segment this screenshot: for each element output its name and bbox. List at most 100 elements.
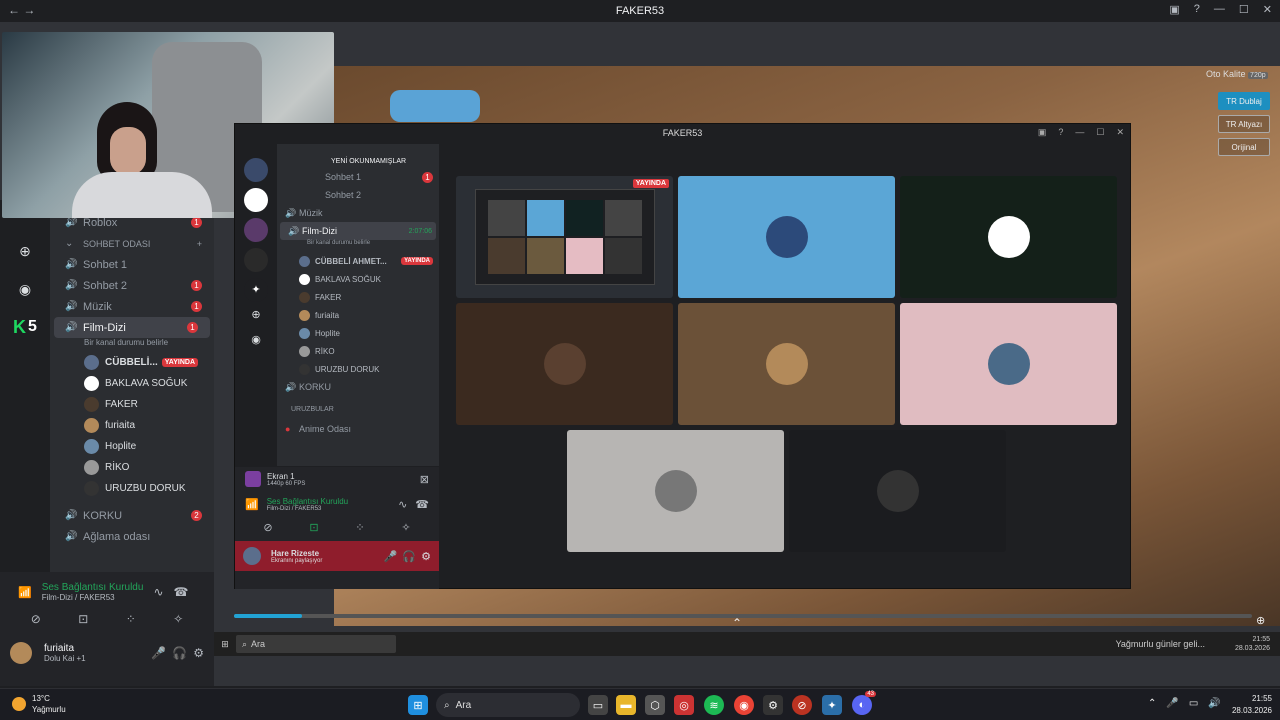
- voice-user[interactable]: BAKLAVA SOĞUK: [277, 270, 439, 288]
- channel-muzik[interactable]: 🔊 Müzik 1: [50, 296, 214, 317]
- noise-icon[interactable]: ∿: [153, 585, 163, 599]
- add-server-icon[interactable]: ⊕: [10, 236, 40, 266]
- mic-icon[interactable]: 🎤: [1166, 698, 1178, 709]
- help-icon[interactable]: ?: [1058, 127, 1063, 138]
- category-sohbet[interactable]: ⌄ SOHBET ODASI +: [50, 233, 214, 254]
- voice-user[interactable]: BAKLAVA SOĞUK: [50, 373, 214, 394]
- stream-tile[interactable]: [900, 176, 1117, 298]
- settings-gear-icon[interactable]: ⚙: [421, 550, 431, 563]
- activities-icon[interactable]: ⁘: [355, 521, 364, 537]
- soundboard-icon[interactable]: ✧: [173, 612, 183, 626]
- avatar[interactable]: [10, 642, 32, 664]
- activities-icon[interactable]: ⁘: [126, 612, 136, 626]
- discover-icon[interactable]: ◉: [10, 274, 40, 304]
- discover-icon[interactable]: ◉: [235, 333, 277, 346]
- channel-aglama[interactable]: 🔊 Ağlama odası: [50, 526, 214, 547]
- stream-tile-screen[interactable]: YAYINDA: [456, 176, 673, 298]
- stream-tile[interactable]: [678, 303, 895, 425]
- soundboard-icon[interactable]: ✧: [401, 521, 410, 537]
- discord-icon[interactable]: ◐ 43: [852, 691, 876, 715]
- voice-user[interactable]: RİKO: [277, 342, 439, 360]
- channel-status[interactable]: Bir kanal durumu belirle: [50, 338, 214, 352]
- channel-sohbet-2[interactable]: 🔊 Sohbet 21: [50, 275, 214, 296]
- zoom-icon[interactable]: ⊕: [1256, 614, 1265, 627]
- channel-film-dizi[interactable]: 🔊 Film-Dizi 1: [54, 317, 210, 338]
- maximize-icon[interactable]: ☐: [1096, 127, 1104, 138]
- mic-icon[interactable]: 🎤: [384, 550, 398, 563]
- tray-chevron-icon[interactable]: ⌃: [1148, 698, 1156, 709]
- taskbar-search[interactable]: ⌕ Ara: [436, 693, 580, 717]
- server-icon[interactable]: [244, 188, 268, 212]
- inbox-icon[interactable]: ▣: [1038, 127, 1047, 138]
- voice-user[interactable]: Hoplite: [50, 436, 214, 457]
- add-server-icon[interactable]: ⊕: [235, 308, 277, 321]
- voice-user[interactable]: Hoplite: [277, 324, 439, 342]
- server-icon[interactable]: [244, 248, 268, 272]
- display-icon[interactable]: ▭: [1189, 698, 1198, 709]
- close-icon[interactable]: ✕: [1263, 3, 1272, 16]
- help-icon[interactable]: ?: [1194, 3, 1200, 16]
- back-arrow-icon[interactable]: ← →: [8, 3, 35, 17]
- video-progress-bar[interactable]: [234, 614, 1252, 618]
- inner-channel[interactable]: 🔊 Müzik: [277, 204, 439, 222]
- unread-label[interactable]: YENİ OKUNMAMIŞLAR: [277, 144, 439, 168]
- voice-user[interactable]: FAKER: [277, 288, 439, 306]
- close-icon[interactable]: ✕: [1116, 127, 1124, 138]
- channel-sohbet-1[interactable]: 🔊 Sohbet 1: [50, 254, 214, 275]
- tr-altyazi-button[interactable]: TR Altyazı: [1218, 115, 1270, 133]
- camera-off-icon[interactable]: ⊘: [263, 521, 272, 537]
- stream-tile[interactable]: [789, 430, 1006, 552]
- settings-icon[interactable]: ⚙: [763, 695, 783, 715]
- channel-korku[interactable]: 🔊 KORKU 2: [50, 505, 214, 526]
- maximize-icon[interactable]: ☐: [1239, 3, 1249, 16]
- kick-server-icon[interactable]: K5: [10, 312, 40, 342]
- screen-share-icon[interactable]: ⊡: [309, 521, 318, 537]
- server-icon[interactable]: [244, 158, 268, 182]
- orijinal-button[interactable]: Orijinal: [1218, 138, 1270, 156]
- camera-off-icon[interactable]: ⊘: [31, 612, 41, 626]
- inner-channel[interactable]: Sohbet 11: [277, 168, 439, 186]
- voice-user[interactable]: URUZBU DORUK: [277, 360, 439, 378]
- stop-share-icon[interactable]: ⊠: [420, 473, 429, 486]
- voice-user[interactable]: FAKER: [50, 394, 214, 415]
- task-view-icon[interactable]: ▭: [588, 695, 608, 715]
- settings-gear-icon[interactable]: ⚙: [193, 646, 204, 660]
- anime-server-icon[interactable]: ✦: [244, 278, 268, 302]
- voice-user[interactable]: furiaita: [277, 306, 439, 324]
- server-icon[interactable]: [244, 218, 268, 242]
- volume-icon[interactable]: 🔊: [1208, 698, 1220, 709]
- minimize-icon[interactable]: —: [1214, 3, 1225, 16]
- spotify-icon[interactable]: ≋: [704, 695, 724, 715]
- weather-notice[interactable]: Yağmurlu günler geli...: [1116, 639, 1205, 649]
- headphone-icon[interactable]: 🎧: [172, 646, 187, 660]
- inner-search-box[interactable]: ⌕ Ara: [236, 635, 396, 653]
- category-label[interactable]: URUZBULAR: [277, 396, 439, 420]
- app-icon[interactable]: ⊘: [792, 695, 812, 715]
- tr-dublaj-button[interactable]: TR Dublaj: [1218, 92, 1270, 110]
- add-channel-icon[interactable]: +: [197, 239, 202, 249]
- disconnect-icon[interactable]: ☎: [174, 585, 189, 599]
- inner-channel[interactable]: Sohbet 2: [277, 186, 439, 204]
- app-icon[interactable]: ✦: [822, 695, 842, 715]
- voice-sub[interactable]: Film-Dizi / FAKER53: [42, 593, 144, 602]
- channel-status[interactable]: Bir kanal durumu belirle: [277, 240, 439, 252]
- weather-widget[interactable]: 13°C Yağmurlu: [12, 693, 66, 715]
- headphone-icon[interactable]: 🎧: [402, 550, 416, 563]
- app-icon[interactable]: ⬡: [645, 695, 665, 715]
- voice-user[interactable]: URUZBU DORUK: [50, 478, 214, 499]
- voice-user[interactable]: CÜBBELİ... YAYINDA: [50, 352, 214, 373]
- stream-tile[interactable]: [456, 303, 673, 425]
- minimize-icon[interactable]: —: [1075, 127, 1084, 138]
- voice-user[interactable]: CÜBBELİ AHMET... YAYINDA: [277, 252, 439, 270]
- mic-icon[interactable]: 🎤: [151, 646, 166, 660]
- inner-channel-korku[interactable]: 🔊 KORKU: [277, 378, 439, 396]
- disconnect-icon[interactable]: ☎: [415, 498, 429, 511]
- voice-user[interactable]: RİKO: [50, 457, 214, 478]
- inner-channel-anime[interactable]: ● Anime Odası: [277, 420, 439, 438]
- app-icon[interactable]: ◎: [674, 695, 694, 715]
- voice-user[interactable]: furiaita: [50, 415, 214, 436]
- clock[interactable]: 21:55 28.03.2026: [1232, 693, 1272, 717]
- stream-tile[interactable]: [900, 303, 1117, 425]
- noise-icon[interactable]: ∿: [398, 498, 407, 511]
- inbox-icon[interactable]: ▣: [1169, 3, 1179, 16]
